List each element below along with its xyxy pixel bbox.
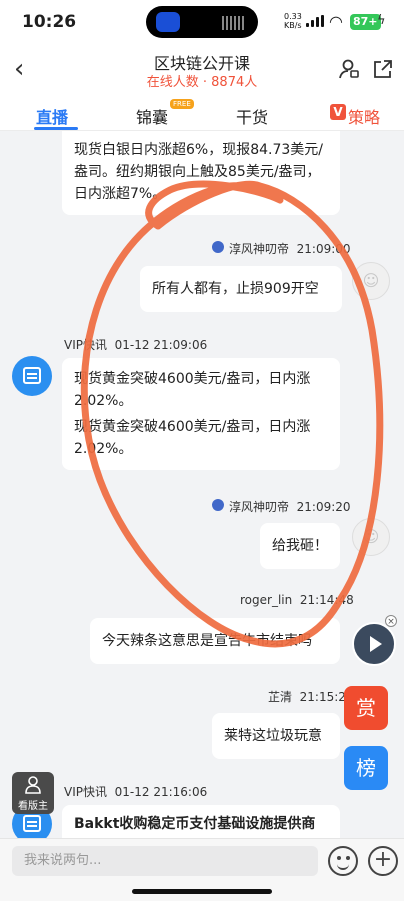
home-indicator [132, 889, 272, 894]
add-icon[interactable]: + [368, 846, 398, 876]
emoji-icon[interactable] [328, 846, 358, 876]
chat-input[interactable]: 我来说两句... [12, 846, 318, 876]
hand-drawn-circle-annotation [80, 180, 384, 648]
